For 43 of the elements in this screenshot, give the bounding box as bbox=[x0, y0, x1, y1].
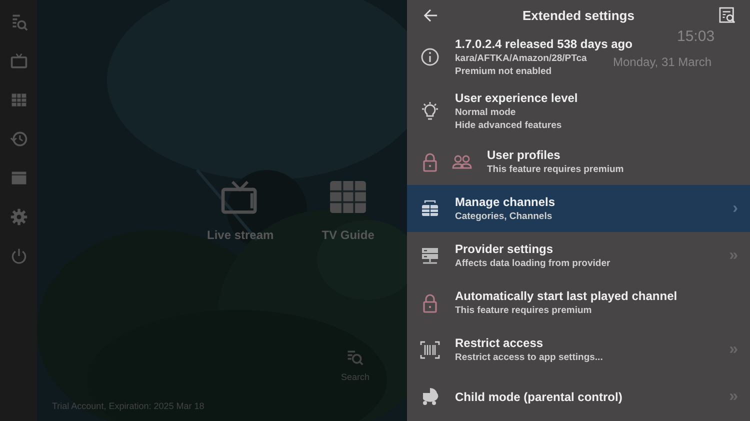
item-title: 1.7.0.2.4 released 538 days ago bbox=[455, 37, 632, 51]
barcode-scan-icon bbox=[420, 340, 440, 360]
selected-item-highlight[interactable]: Manage channels Categories, Channels › bbox=[407, 185, 750, 232]
clock-date: Monday, 31 March bbox=[613, 55, 712, 69]
chevron: » bbox=[729, 246, 738, 264]
chevron: » bbox=[729, 340, 738, 358]
item-subtitle: Categories, Channels bbox=[455, 211, 552, 222]
chevron: › bbox=[732, 200, 738, 218]
item-subtitle: Affects data loading from provider bbox=[455, 258, 610, 269]
item-title: User experience level bbox=[455, 91, 578, 105]
tile-label[interactable]: Live stream bbox=[207, 228, 274, 242]
item-title: Child mode (parental control) bbox=[455, 390, 622, 404]
light-bulb-icon bbox=[420, 101, 440, 121]
tile-label[interactable]: TV Guide bbox=[322, 228, 374, 242]
history-icon[interactable] bbox=[10, 129, 28, 149]
grid-icon bbox=[329, 180, 368, 214]
clock-time: 15:03 bbox=[677, 28, 715, 45]
tv-icon bbox=[221, 180, 260, 214]
item-subtitle: This feature requires premium bbox=[455, 305, 592, 316]
chevron: » bbox=[729, 388, 738, 406]
item-subtitle: This feature requires premium bbox=[487, 164, 624, 175]
item-title: Automatically start last played channel bbox=[455, 289, 678, 303]
server-icon bbox=[420, 246, 440, 266]
item-title: User profiles bbox=[487, 148, 560, 162]
search-list-icon[interactable] bbox=[719, 6, 736, 24]
item-subtitle: Restrict access to app settings... bbox=[455, 352, 603, 363]
back-arrow-icon[interactable] bbox=[423, 8, 438, 22]
stroller-icon bbox=[420, 386, 440, 406]
item-title: Restrict access bbox=[455, 336, 544, 350]
tv-icon[interactable] bbox=[10, 51, 28, 71]
info-icon bbox=[420, 47, 440, 67]
panel-title: Extended settings bbox=[522, 8, 636, 22]
item-subtitle: Premium not enabled bbox=[455, 66, 552, 77]
item-subtitle: Normal mode bbox=[455, 107, 516, 118]
search-icon bbox=[346, 348, 364, 366]
search-label[interactable]: Search bbox=[341, 372, 370, 382]
item-subtitle: kara/AFTKA/Amazon/28/PTca bbox=[455, 53, 587, 64]
item-title: Provider settings bbox=[455, 242, 554, 256]
settings-icon[interactable] bbox=[10, 207, 28, 227]
item-title: Manage channels bbox=[455, 195, 556, 209]
power-icon[interactable] bbox=[10, 246, 28, 266]
item-subtitle: Hide advanced features bbox=[455, 120, 562, 131]
table-icon bbox=[420, 198, 440, 218]
